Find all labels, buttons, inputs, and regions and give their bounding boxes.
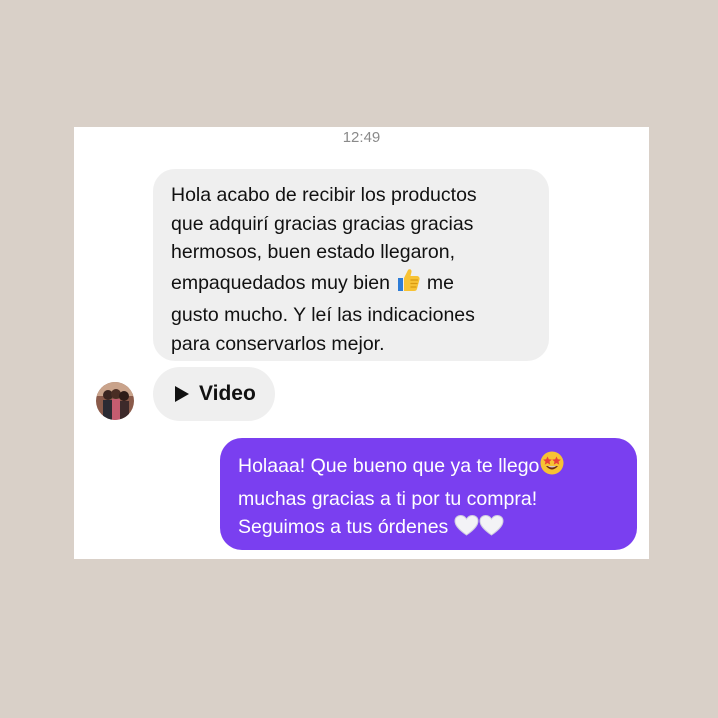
chat-thread: 12:49 Hola acabo de recibir los producto…: [74, 127, 649, 559]
outgoing-message-line: Seguimos a tus órdenes: [238, 513, 637, 546]
white-heart-icon: [454, 514, 479, 546]
outgoing-message-bubble[interactable]: Holaaa! Que bueno que ya te llego muchas…: [220, 438, 637, 550]
white-heart-icon: [479, 514, 504, 546]
incoming-message-line: que adquirí gracias gracias gracias: [171, 212, 474, 235]
outgoing-message-fragment: Seguimos a tus órdenes: [238, 516, 449, 538]
play-icon: [175, 386, 189, 402]
video-label: Video: [199, 382, 256, 405]
incoming-message-line: Hola acabo de recibir los productos: [171, 184, 477, 206]
sender-avatar[interactable]: [96, 382, 134, 420]
outgoing-message-line: Holaaa! Que bueno que ya te llego: [238, 450, 637, 485]
incoming-message-line: hermosos, buen estado llegaron,: [171, 241, 456, 263]
outgoing-message-fragment: Holaaa! Que bueno que ya te llego: [238, 455, 540, 477]
incoming-message-line: empaquedados muy bien me: [171, 267, 531, 302]
outgoing-message-text: Holaaa! Que bueno que ya te llego muchas…: [238, 450, 637, 546]
star-struck-icon: [539, 450, 565, 485]
incoming-message-bubble[interactable]: Hola acabo de recibir los productos que …: [153, 169, 549, 361]
incoming-message-line: para conservarlos mejor.: [171, 332, 385, 355]
outgoing-message-line: muchas gracias a ti por tu compra!: [238, 487, 538, 510]
incoming-message-fragment: me: [426, 271, 454, 294]
incoming-message-fragment: empaquedados muy bien: [171, 271, 390, 294]
incoming-message-text: Hola acabo de recibir los productos que …: [171, 181, 531, 358]
video-message-bubble[interactable]: Video: [153, 367, 275, 421]
incoming-message-line: gusto mucho. Y leí las indicaciones: [171, 304, 475, 326]
message-timestamp: 12:49: [342, 129, 381, 146]
thumbs-up-icon: [395, 267, 421, 302]
